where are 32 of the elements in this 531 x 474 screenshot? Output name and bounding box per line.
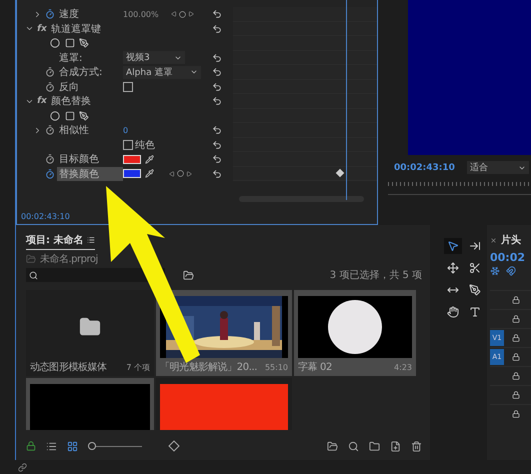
item-info: 55:10 [264,362,288,372]
project-file-name: 未命名.prproj [40,252,98,266]
item-info: 4:23 [394,362,412,372]
property-label: 遮罩: [58,52,84,65]
item-info: 7 个项 [126,362,150,372]
property-label: 目标颜色 [58,152,100,166]
item-name: 「明光魅影解说」20... [160,360,258,374]
dropdown[interactable]: 视频3 [123,51,185,64]
project-tab[interactable]: 项目: 未命名 [26,233,96,250]
effect-name: 颜色替换 [50,94,92,108]
property-value[interactable]: 0 [123,126,128,135]
property-value[interactable]: 100.00% [123,10,159,19]
timecode: 00:02:43:10 [20,212,71,223]
fx-badge[interactable]: fx [37,24,47,34]
property-label: 反向 [58,80,80,94]
zoom-dropdown[interactable]: 适合 [466,161,529,174]
timecode: 00:02:43:10 [394,162,455,172]
project-item[interactable]: 字幕 02 4:23 [294,290,416,376]
effect-name: 轨道遮罩键 [50,22,102,36]
project-item[interactable]: 动态图形模板媒体 7 个项 [26,290,154,376]
fx-badge[interactable]: fx [37,96,47,106]
property-label: 替换颜色 [57,166,123,181]
checkbox-label: 纯色 [134,138,156,152]
timecode: 00:02 [490,251,526,264]
property-label: 合成方式: [58,66,104,80]
timeline-title: 片头 [501,234,521,247]
property-label: 相似性 [58,124,90,138]
property-label: 速度 [58,8,80,22]
dropdown[interactable]: Alpha 遮罩 [123,66,201,79]
item-name: 字幕 02 [298,360,332,374]
item-name: 动态图形模板媒体 [30,360,107,374]
selection-count: 3 项已选择，共 5 项 [330,268,422,282]
